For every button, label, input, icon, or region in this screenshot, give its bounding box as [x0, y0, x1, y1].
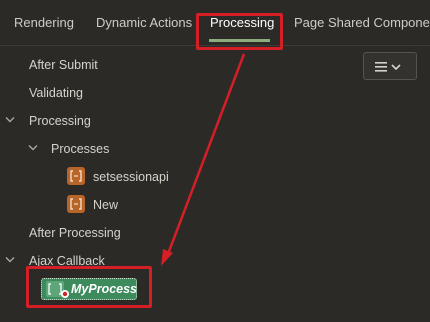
annotation-arrow [161, 53, 246, 266]
